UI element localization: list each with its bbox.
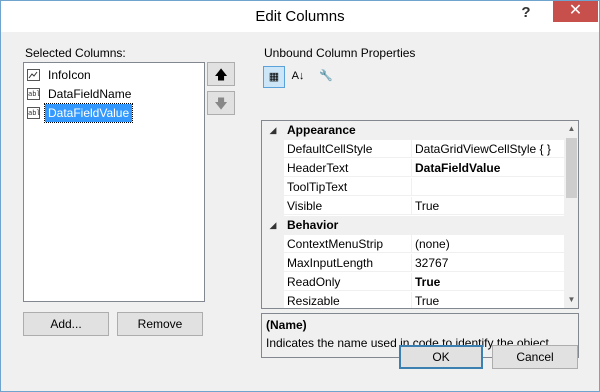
- property-value[interactable]: DataFieldValue: [412, 159, 564, 177]
- remove-button[interactable]: Remove: [117, 312, 203, 336]
- property-name: ToolTipText: [284, 178, 412, 196]
- properties-label: Unbound Column Properties: [264, 46, 416, 60]
- category-name: Behavior: [287, 218, 339, 232]
- scroll-up-icon[interactable]: ▲: [564, 121, 578, 137]
- add-button[interactable]: Add...: [23, 312, 109, 336]
- scroll-down-icon[interactable]: ▼: [564, 292, 578, 308]
- property-row[interactable]: MaxInputLength 32767: [262, 254, 564, 273]
- list-item-label: InfoIcon: [48, 68, 91, 82]
- property-name: HeaderText: [284, 159, 412, 177]
- category-row[interactable]: ◢ Behavior: [262, 216, 564, 235]
- property-grid[interactable]: ◢ Appearance DefaultCellStyle DataGridVi…: [261, 120, 579, 309]
- list-item[interactable]: abl DataFieldName: [27, 85, 134, 103]
- category-name: Appearance: [287, 123, 356, 137]
- property-value[interactable]: True: [412, 292, 564, 308]
- property-row[interactable]: DefaultCellStyle DataGridViewCellStyle {…: [262, 140, 564, 159]
- selected-columns-list[interactable]: InfoIcon abl DataFieldName abl DataField…: [23, 62, 205, 302]
- arrow-down-icon: 🡇: [214, 96, 228, 111]
- property-value[interactable]: True: [412, 197, 564, 215]
- property-row[interactable]: HeaderText DataFieldValue: [262, 159, 564, 178]
- list-item-label: DataFieldValue: [43, 103, 134, 123]
- selected-columns-label: Selected Columns:: [25, 46, 126, 60]
- property-name: Visible: [284, 197, 412, 215]
- title-bar: Edit Columns ? ✕: [1, 1, 599, 32]
- property-pages-button[interactable]: 🔧: [315, 66, 337, 88]
- image-column-icon: [27, 69, 40, 81]
- property-row[interactable]: Visible True: [262, 197, 564, 216]
- alphabetical-icon: A↓: [291, 70, 305, 82]
- property-value[interactable]: DataGridViewCellStyle { }: [412, 140, 564, 158]
- close-button[interactable]: ✕: [553, 1, 598, 22]
- property-name: ContextMenuStrip: [284, 235, 412, 253]
- move-down-button[interactable]: 🡇: [207, 91, 235, 115]
- wrench-icon: 🔧: [319, 70, 333, 82]
- categorized-icon: ▦: [268, 71, 280, 83]
- list-item-selected[interactable]: abl DataFieldValue: [27, 103, 134, 123]
- list-item-label: DataFieldName: [48, 87, 132, 101]
- edit-columns-dialog: Edit Columns ? ✕ Selected Columns: InfoI…: [0, 0, 600, 392]
- move-up-button[interactable]: 🡅: [207, 62, 235, 86]
- description-title: (Name): [266, 318, 307, 332]
- arrow-up-icon: 🡅: [214, 67, 228, 82]
- categorized-button[interactable]: ▦: [263, 66, 285, 88]
- property-value[interactable]: True: [412, 273, 564, 291]
- property-row[interactable]: ContextMenuStrip (none): [262, 235, 564, 254]
- dialog-body: Selected Columns: InfoIcon abl DataField…: [1, 32, 599, 391]
- list-item[interactable]: InfoIcon: [27, 66, 94, 84]
- alphabetical-button[interactable]: A↓: [287, 66, 309, 88]
- property-name: Resizable: [284, 292, 412, 308]
- dialog-title: Edit Columns: [255, 8, 345, 25]
- property-name: MaxInputLength: [284, 254, 412, 272]
- property-grid-scrollbar[interactable]: ▲ ▼: [564, 121, 578, 308]
- textbox-column-icon: abl: [27, 107, 41, 119]
- property-row[interactable]: ReadOnly True: [262, 273, 564, 292]
- cancel-button[interactable]: Cancel: [492, 345, 578, 369]
- property-value[interactable]: 32767: [412, 254, 564, 272]
- property-value[interactable]: [412, 178, 564, 196]
- property-value[interactable]: (none): [412, 235, 564, 253]
- property-row[interactable]: ToolTipText: [262, 178, 564, 197]
- textbox-column-icon: abl: [27, 88, 41, 100]
- collapse-icon[interactable]: ◢: [262, 216, 284, 235]
- collapse-icon[interactable]: ◢: [262, 121, 284, 140]
- property-name: ReadOnly: [284, 273, 412, 291]
- ok-button[interactable]: OK: [399, 345, 483, 369]
- property-row[interactable]: Resizable True: [262, 292, 564, 308]
- help-button[interactable]: ?: [511, 1, 541, 25]
- category-row[interactable]: ◢ Appearance: [262, 121, 564, 140]
- scroll-thumb[interactable]: [566, 138, 577, 198]
- property-name: DefaultCellStyle: [284, 140, 412, 158]
